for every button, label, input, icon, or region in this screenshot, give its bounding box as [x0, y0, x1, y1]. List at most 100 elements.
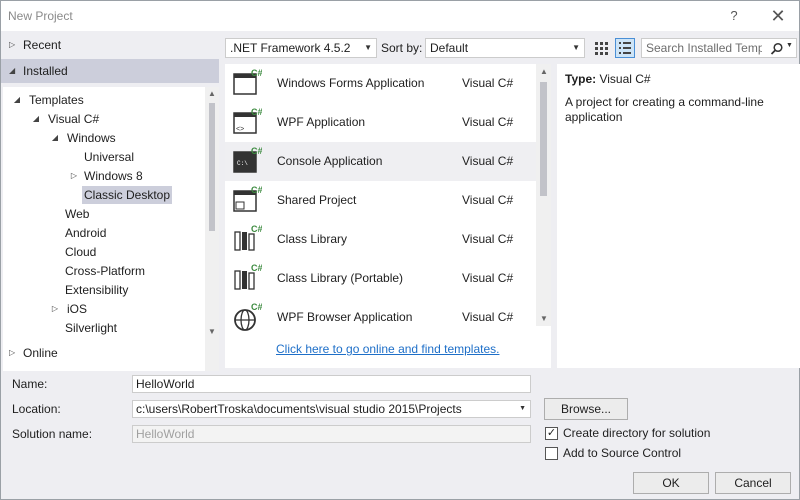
tree-item-universal[interactable]: Universal: [82, 148, 136, 166]
template-row-windows-forms[interactable]: C# Windows Forms Application Visual C#: [225, 64, 536, 103]
tree-item-label: Extensibility: [65, 283, 129, 297]
nav-online[interactable]: ▷ Online: [1, 341, 219, 365]
collapse-arrow-icon[interactable]: ◢: [11, 91, 23, 109]
tree-item-ios[interactable]: ▷ iOS: [49, 300, 89, 318]
framework-select[interactable]: .NET Framework 4.5.2 ▼: [225, 38, 377, 58]
checkmark-icon: ✓: [546, 427, 557, 439]
close-button[interactable]: ✕: [767, 5, 789, 27]
template-scroll-thumb[interactable]: [540, 82, 547, 196]
template-language: Visual C#: [462, 154, 514, 168]
template-name: WPF Application: [277, 115, 366, 129]
help-button[interactable]: ?: [723, 5, 745, 27]
scroll-up-icon[interactable]: ▲: [538, 67, 550, 76]
collapse-arrow-icon[interactable]: ◢: [30, 110, 42, 128]
shared-project-icon: C#: [233, 185, 262, 212]
template-description: A project for creating a command-line ap…: [565, 95, 764, 124]
template-row-wpf[interactable]: <> C# WPF Application Visual C#: [225, 103, 536, 142]
template-name: Windows Forms Application: [277, 76, 425, 90]
template-row-shared-project[interactable]: C# Shared Project Visual C#: [225, 181, 536, 220]
tree-item-label: Templates: [29, 93, 84, 107]
scroll-up-icon[interactable]: ▲: [206, 89, 218, 98]
template-name: WPF Browser Application: [277, 310, 413, 324]
tree-item-label: Cross-Platform: [65, 264, 146, 278]
template-row-class-library-portable[interactable]: C# Class Library (Portable) Visual C#: [225, 259, 536, 298]
svg-text:C#: C#: [251, 185, 262, 195]
list-view-button[interactable]: [615, 38, 635, 58]
tree-scrollbar[interactable]: ▲ ▼: [205, 87, 219, 371]
nav-online-label: Online: [23, 346, 58, 360]
chevron-down-icon[interactable]: ▼: [519, 401, 526, 417]
search-icon[interactable]: [770, 42, 784, 56]
name-label: Name:: [12, 377, 48, 391]
cancel-button[interactable]: Cancel: [715, 472, 791, 494]
tree-item-cross-platform[interactable]: Cross-Platform: [63, 262, 147, 280]
wpf-icon: <> C#: [233, 107, 262, 134]
expand-arrow-icon[interactable]: ▷: [68, 167, 80, 185]
tree-item-web[interactable]: Web: [63, 205, 91, 223]
svg-text:C#: C#: [251, 68, 262, 78]
sort-by-select[interactable]: Default ▼: [425, 38, 585, 58]
template-toolbar: .NET Framework 4.5.2 ▼ Sort by: Default …: [225, 38, 800, 58]
tree-item-templates[interactable]: ◢ Templates: [11, 91, 86, 109]
expand-arrow-icon[interactable]: ▷: [9, 341, 15, 365]
scroll-down-icon[interactable]: ▼: [206, 327, 218, 336]
search-box[interactable]: ▼: [641, 38, 797, 58]
type-label: Type:: [565, 72, 597, 86]
scroll-down-icon[interactable]: ▼: [538, 314, 550, 323]
template-list-scrollbar[interactable]: ▲ ▼: [536, 64, 551, 326]
grid-view-button[interactable]: [591, 38, 611, 58]
template-language: Visual C#: [462, 232, 514, 246]
location-combo[interactable]: c:\users\RobertTroska\documents\visual s…: [132, 400, 531, 418]
template-list: C# Windows Forms Application Visual C# <…: [225, 64, 551, 368]
source-control-checkbox[interactable]: [545, 447, 558, 460]
tree-item-android[interactable]: Android: [63, 224, 108, 242]
tree-item-label: Universal: [84, 150, 135, 164]
winforms-icon: C#: [233, 68, 262, 95]
template-row-wpf-browser[interactable]: C# WPF Browser Application Visual C#: [225, 298, 536, 337]
tree-item-label: Web: [65, 207, 90, 221]
tree-item-cloud[interactable]: Cloud: [63, 243, 98, 261]
tree-item-label: Visual C#: [48, 112, 100, 126]
tree-item-windows[interactable]: ◢ Windows: [49, 129, 118, 147]
expand-arrow-icon[interactable]: ▷: [49, 300, 61, 318]
svg-text:C#: C#: [251, 263, 262, 273]
ok-button[interactable]: OK: [633, 472, 709, 494]
expand-arrow-icon[interactable]: ▷: [9, 33, 15, 57]
svg-text:C#: C#: [251, 224, 262, 234]
sort-by-label: Sort by:: [381, 41, 423, 55]
create-directory-checkbox[interactable]: ✓: [545, 427, 558, 440]
template-name: Class Library (Portable): [277, 271, 404, 285]
nav-recent[interactable]: ▷ Recent: [1, 33, 219, 57]
source-control-label[interactable]: Add to Source Control: [563, 446, 681, 460]
tree-item-visual-csharp[interactable]: ◢ Visual C#: [30, 110, 101, 128]
tree-item-classic-desktop[interactable]: Classic Desktop: [82, 186, 173, 204]
svg-text:C#: C#: [251, 302, 262, 312]
collapse-arrow-icon[interactable]: ◢: [9, 59, 15, 83]
template-row-console[interactable]: C:\ C# Console Application Visual C#: [225, 142, 536, 181]
template-row-class-library[interactable]: C# Class Library Visual C#: [225, 220, 536, 259]
portable-library-icon: C#: [234, 263, 262, 290]
tree-item-label: Cloud: [65, 245, 97, 259]
solution-name-label: Solution name:: [12, 427, 93, 441]
title-bar: New Project ? ✕: [1, 1, 799, 31]
grid-view-icon: [595, 42, 608, 55]
template-language: Visual C#: [462, 115, 514, 129]
nav-installed[interactable]: ◢ Installed: [1, 59, 219, 83]
name-field[interactable]: HelloWorld: [132, 375, 531, 393]
type-value: Visual C#: [599, 72, 651, 86]
template-name: Shared Project: [277, 193, 357, 207]
chevron-down-icon[interactable]: ▼: [786, 42, 793, 49]
solution-name-field: HelloWorld: [132, 425, 531, 443]
create-directory-label[interactable]: Create directory for solution: [563, 426, 710, 440]
tree-item-label: Silverlight: [65, 321, 118, 335]
find-online-templates-link[interactable]: Click here to go online and find templat…: [276, 342, 499, 356]
template-language: Visual C#: [462, 193, 514, 207]
tree-item-extensibility[interactable]: Extensibility: [63, 281, 130, 299]
tree-scroll-thumb[interactable]: [209, 103, 215, 231]
tree-item-silverlight[interactable]: Silverlight: [63, 319, 119, 337]
location-value: c:\users\RobertTroska\documents\visual s…: [136, 402, 462, 416]
tree-item-windows-8[interactable]: ▷ Windows 8: [68, 167, 145, 185]
browse-button[interactable]: Browse...: [544, 398, 628, 420]
search-input[interactable]: [642, 39, 762, 57]
collapse-arrow-icon[interactable]: ◢: [49, 129, 61, 147]
